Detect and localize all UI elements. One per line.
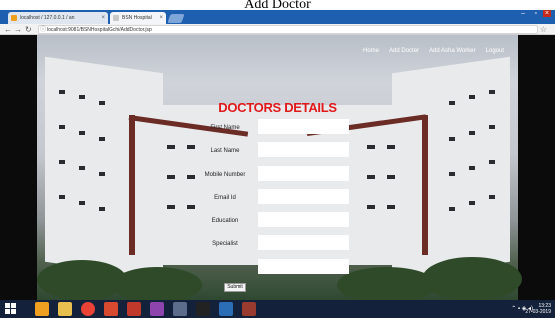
taskbar-app-icon[interactable] <box>173 302 187 316</box>
education-label: Education <box>211 218 239 224</box>
chrome-icon[interactable] <box>81 302 95 316</box>
close-window-icon[interactable]: × <box>542 10 551 17</box>
nav-link-add-docter[interactable]: Add Docter <box>389 48 419 54</box>
education-input[interactable] <box>258 212 349 227</box>
reload-icon[interactable]: ↻ <box>25 25 32 34</box>
windows-start-icon[interactable] <box>5 303 17 315</box>
taskbar-app-icon[interactable] <box>150 302 164 316</box>
nav-link-logout[interactable]: Logout <box>486 48 504 54</box>
url-text: localhost:9081/BSNHospitalGchi/AddDoctor… <box>47 27 152 33</box>
email-id-label: Email Id <box>214 195 236 201</box>
mobile-number-label: Mobile Number <box>204 172 246 178</box>
maximize-icon[interactable]: ▫ <box>535 10 537 17</box>
nav-link-home[interactable]: Home <box>363 48 379 54</box>
info-icon: ⓘ <box>40 27 47 33</box>
page-icon <box>113 15 119 21</box>
email-id-input[interactable] <box>258 189 349 204</box>
forward-arrow-icon[interactable]: → <box>14 25 22 34</box>
file-explorer-icon[interactable] <box>58 302 72 316</box>
last-name-label: Last Name <box>210 148 240 154</box>
page-viewport: Home Add Docter Add Asha Worker Logout D… <box>0 35 555 300</box>
taskbar-app-icon[interactable] <box>219 302 233 316</box>
browser-tab-strip: localhost / 127.0.0.1 / an × BSN Hospita… <box>0 10 555 24</box>
taskbar-app-icon[interactable] <box>242 302 256 316</box>
taskbar-app-icon[interactable] <box>196 302 210 316</box>
tab-label: BSN Hospital <box>122 15 152 21</box>
new-tab-button[interactable] <box>167 14 185 23</box>
close-tab-icon[interactable]: × <box>101 12 105 24</box>
submit-button[interactable]: Submit <box>224 283 246 292</box>
tab-label: localhost / 127.0.0.1 / an <box>20 15 75 21</box>
specialist-label: Specialist <box>212 241 238 247</box>
address-bar-row: ← → ↻ ⓘ localhost:9081/BSNHospitalGchi/A… <box>0 24 555 35</box>
first-name-label: First Name <box>210 125 240 131</box>
taskbar-app-icon[interactable] <box>104 302 118 316</box>
mobile-number-input[interactable] <box>258 166 349 181</box>
taskbar-clock[interactable]: 13:23 27-03-2019 <box>525 303 551 315</box>
windows-taskbar: ⌃ ▪ ◈ ◂) 13:23 27-03-2019 <box>0 300 555 318</box>
minimize-icon[interactable]: – <box>521 10 525 17</box>
taskbar-app-icon[interactable] <box>35 302 49 316</box>
extra-input[interactable] <box>258 259 349 274</box>
browser-tab-bsn-hospital[interactable]: BSN Hospital × <box>110 12 166 24</box>
phpmyadmin-icon <box>11 15 17 21</box>
back-arrow-icon[interactable]: ← <box>4 25 12 34</box>
nav-link-add-asha-worker[interactable]: Add Asha Worker <box>429 48 476 54</box>
specialist-input[interactable] <box>258 235 349 250</box>
figure-caption: Add Doctor <box>244 0 311 12</box>
clock-date: 27-03-2019 <box>525 309 551 315</box>
hospital-page: Home Add Docter Add Asha Worker Logout D… <box>37 35 522 300</box>
browser-tab-phpmyadmin[interactable]: localhost / 127.0.0.1 / an × <box>8 12 108 24</box>
close-tab-icon[interactable]: × <box>159 12 163 24</box>
first-name-input[interactable] <box>258 119 349 134</box>
site-top-nav: Home Add Docter Add Asha Worker Logout <box>363 48 504 54</box>
form-title: DOCTORS DETAILS <box>218 100 337 115</box>
bookmark-star-icon[interactable]: ☆ <box>540 25 547 34</box>
taskbar-app-icon[interactable] <box>127 302 141 316</box>
last-name-input[interactable] <box>258 142 349 157</box>
url-input[interactable]: ⓘ localhost:9081/BSNHospitalGchi/AddDoct… <box>38 25 538 34</box>
